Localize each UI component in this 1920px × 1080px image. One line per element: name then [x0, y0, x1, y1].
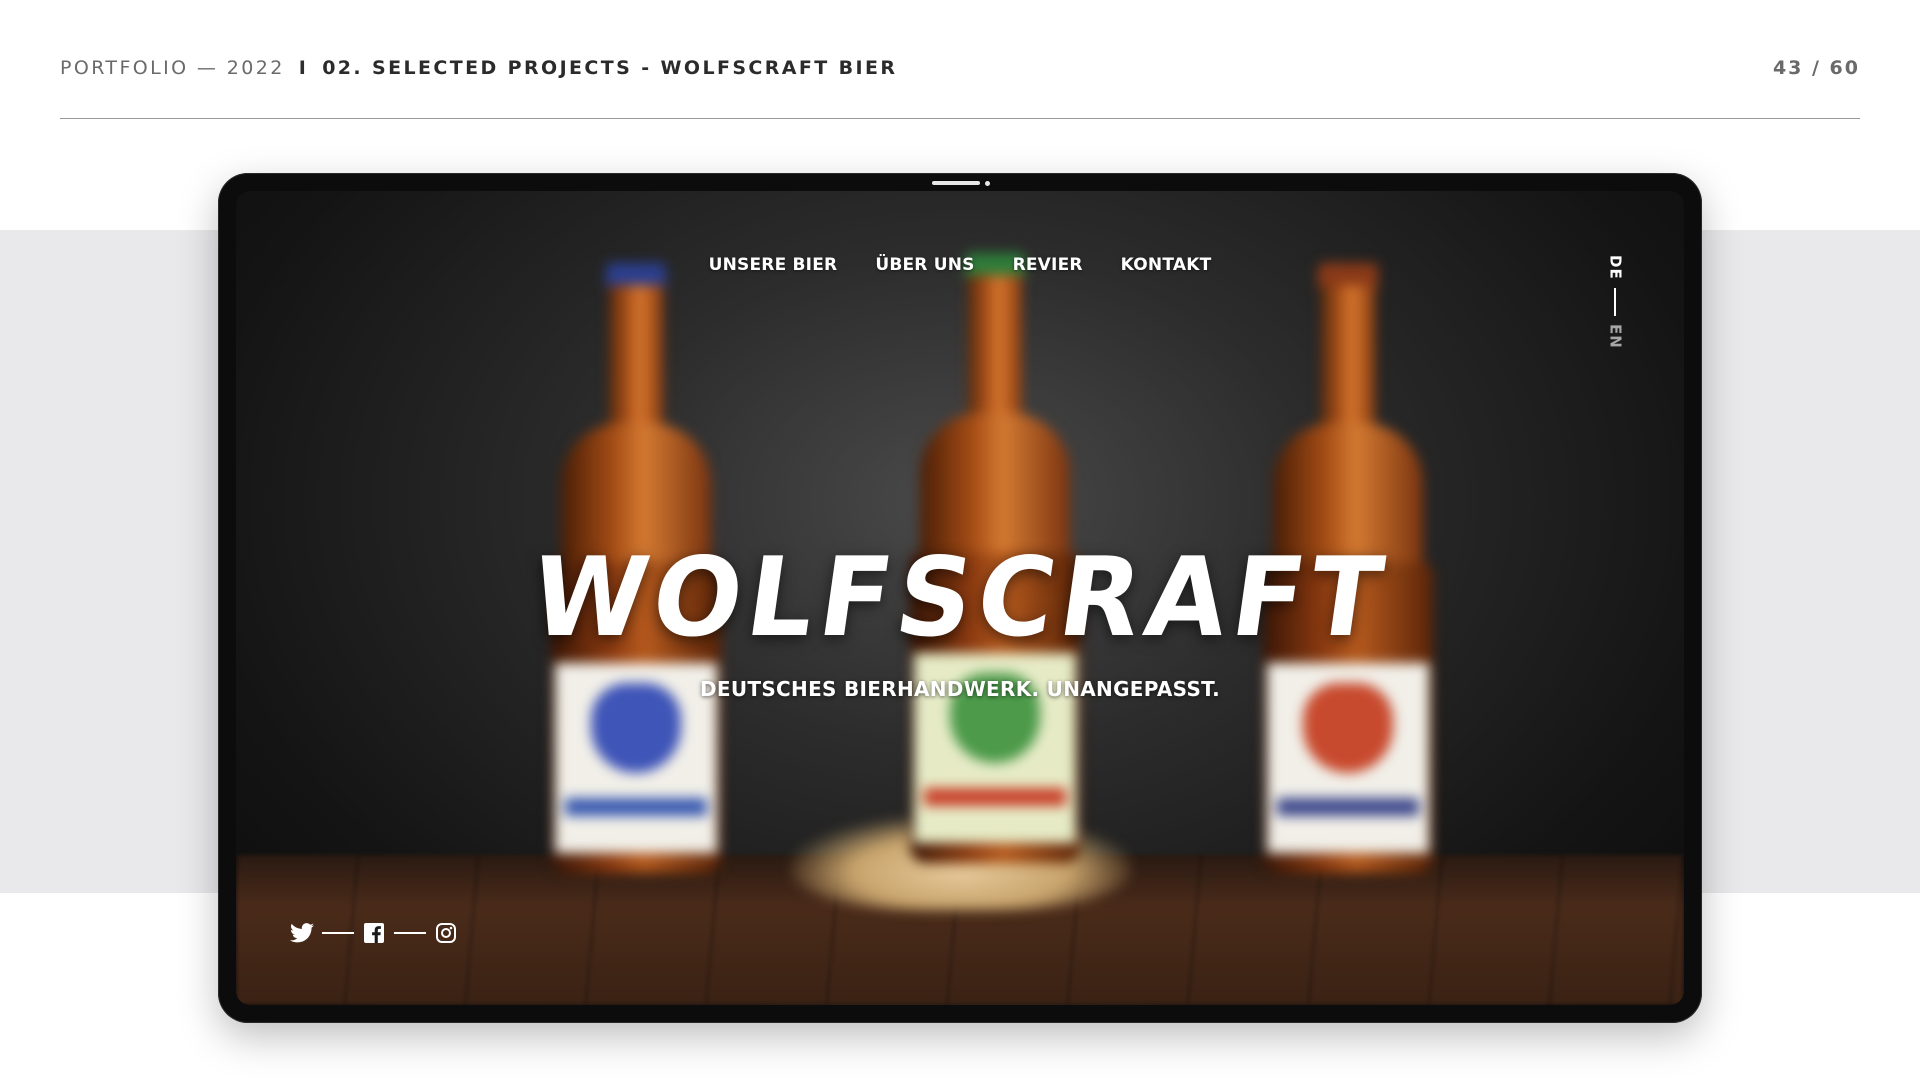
- website-screen: UNSERE BIER ÜBER UNS REVIER KONTAKT DE E…: [236, 191, 1684, 1005]
- slide-header: PORTFOLIO — 2022 I 02. SELECTED PROJECTS…: [60, 54, 1860, 82]
- nav-unsere-bier[interactable]: UNSERE BIER: [709, 255, 838, 275]
- language-switch: DE EN: [1604, 255, 1626, 349]
- site-nav: UNSERE BIER ÜBER UNS REVIER KONTAKT: [236, 255, 1684, 275]
- tablet-mockup: UNSERE BIER ÜBER UNS REVIER KONTAKT DE E…: [218, 173, 1702, 1023]
- language-de[interactable]: DE: [1607, 255, 1625, 280]
- header-divider: [60, 118, 1860, 119]
- breadcrumb: PORTFOLIO — 2022 I 02. SELECTED PROJECTS…: [60, 57, 897, 79]
- social-links: [290, 921, 458, 945]
- language-divider: [1614, 287, 1616, 316]
- nav-revier[interactable]: REVIER: [1013, 255, 1083, 275]
- portfolio-slide: PORTFOLIO — 2022 I 02. SELECTED PROJECTS…: [0, 0, 1920, 1080]
- instagram-icon[interactable]: [434, 921, 458, 945]
- facebook-icon[interactable]: [362, 921, 386, 945]
- portfolio-label: PORTFOLIO — 2022: [60, 57, 285, 79]
- language-en[interactable]: EN: [1607, 324, 1625, 349]
- social-divider: [322, 932, 354, 934]
- twitter-icon[interactable]: [290, 921, 314, 945]
- camera-dot: [985, 181, 990, 186]
- page-counter: 43 / 60: [1772, 57, 1860, 79]
- hero-tagline: DEUTSCHES BIERHANDWERK. UNANGEPASST.: [700, 677, 1220, 701]
- nav-kontakt[interactable]: KONTAKT: [1121, 255, 1212, 275]
- project-title: 02. SELECTED PROJECTS - WOLFSCRAFT BIER: [322, 57, 898, 79]
- social-divider: [394, 932, 426, 934]
- nav-ueber-uns[interactable]: ÜBER UNS: [875, 255, 974, 275]
- camera-bar: [932, 181, 980, 185]
- wolfscraft-logo: WOLFSCRAFT: [523, 532, 1397, 662]
- breadcrumb-separator: I: [298, 57, 309, 79]
